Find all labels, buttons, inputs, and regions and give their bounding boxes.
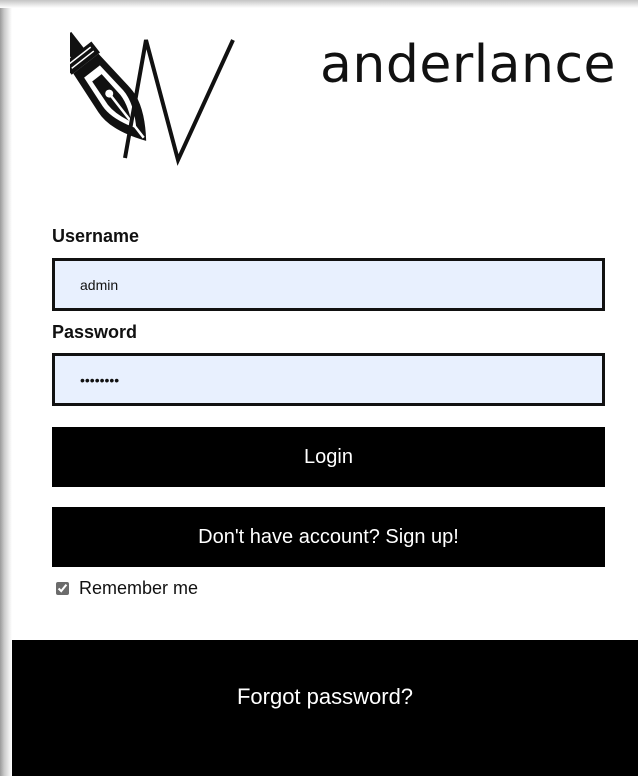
- brand-logo: anderlance: [58, 30, 616, 170]
- password-field[interactable]: [52, 353, 605, 406]
- remember-me-checkbox[interactable]: [56, 582, 69, 595]
- window-edge: [0, 0, 12, 776]
- username-label: Username: [52, 226, 140, 246]
- brand-name: anderlance: [320, 35, 617, 95]
- password-label: Password: [52, 322, 138, 342]
- username-field[interactable]: [52, 258, 605, 311]
- remember-me-label: Remember me: [79, 578, 199, 598]
- signup-button[interactable]: Don't have account? Sign up!: [52, 507, 605, 567]
- footer: Forgot password?: [12, 640, 638, 776]
- window-top-edge: [0, 0, 638, 8]
- pen-nib-icon: [58, 31, 235, 166]
- login-button[interactable]: Login: [52, 427, 605, 487]
- remember-me[interactable]: Remember me: [56, 578, 198, 599]
- forgot-password-link[interactable]: Forgot password?: [237, 684, 413, 710]
